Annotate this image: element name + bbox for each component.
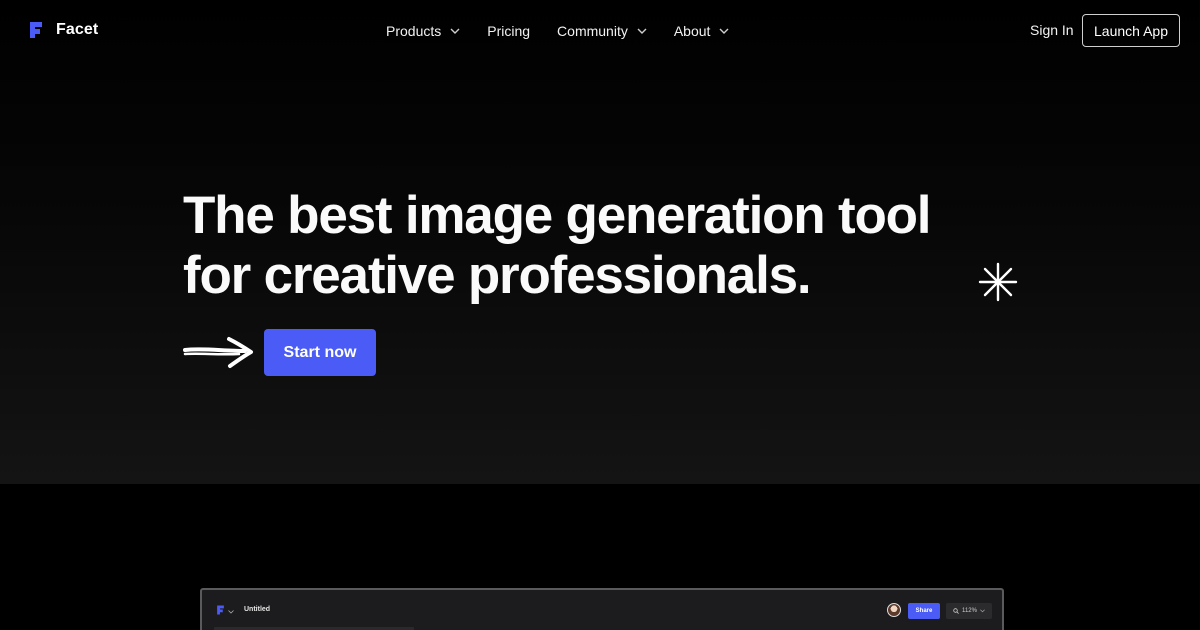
chevron-down-icon <box>637 28 647 34</box>
facet-logo-icon <box>217 605 224 615</box>
preview-share-button: Share <box>908 603 940 619</box>
chevron-down-icon <box>228 610 234 614</box>
nav-item-pricing[interactable]: Pricing <box>487 21 530 41</box>
nav-item-label: About <box>673 23 711 39</box>
brand-name: Facet <box>56 21 99 38</box>
nav-item-community[interactable]: Community <box>557 21 647 41</box>
chevron-down-icon <box>980 609 985 613</box>
hand-drawn-arrow-icon <box>183 337 253 368</box>
nav-item-label: Community <box>557 23 628 39</box>
chevron-down-icon <box>450 28 460 34</box>
chevron-down-icon <box>719 28 729 34</box>
preview-zoom-control: 112% <box>946 603 992 619</box>
nav-item-label: Products <box>386 23 442 39</box>
nav-item-label: Pricing <box>487 23 531 39</box>
hero-headline-line2: for creative professionals. <box>183 246 812 305</box>
facet-logo-icon <box>30 22 42 38</box>
launch-app-button[interactable]: Launch App <box>1082 14 1180 47</box>
app-preview-window: Untitled Share 112% <box>200 588 1004 630</box>
brand-logo-link[interactable]: Facet <box>28 20 98 40</box>
sparkle-icon <box>978 262 1018 302</box>
avatar <box>887 603 901 617</box>
nav-item-products[interactable]: Products <box>386 21 460 41</box>
main-nav: Products Pricing Community About <box>386 21 729 41</box>
sign-in-link[interactable]: Sign In <box>1030 22 1074 38</box>
hero-headline: The best image generation tool for creat… <box>183 186 943 306</box>
preview-zoom-value: 112% <box>962 608 977 614</box>
start-now-button[interactable]: Start now <box>264 329 376 376</box>
nav-item-about[interactable]: About <box>674 21 730 41</box>
preview-document-title: Untitled <box>244 606 271 613</box>
search-icon <box>953 608 959 614</box>
hero-headline-line1: The best image generation tool <box>183 186 932 245</box>
